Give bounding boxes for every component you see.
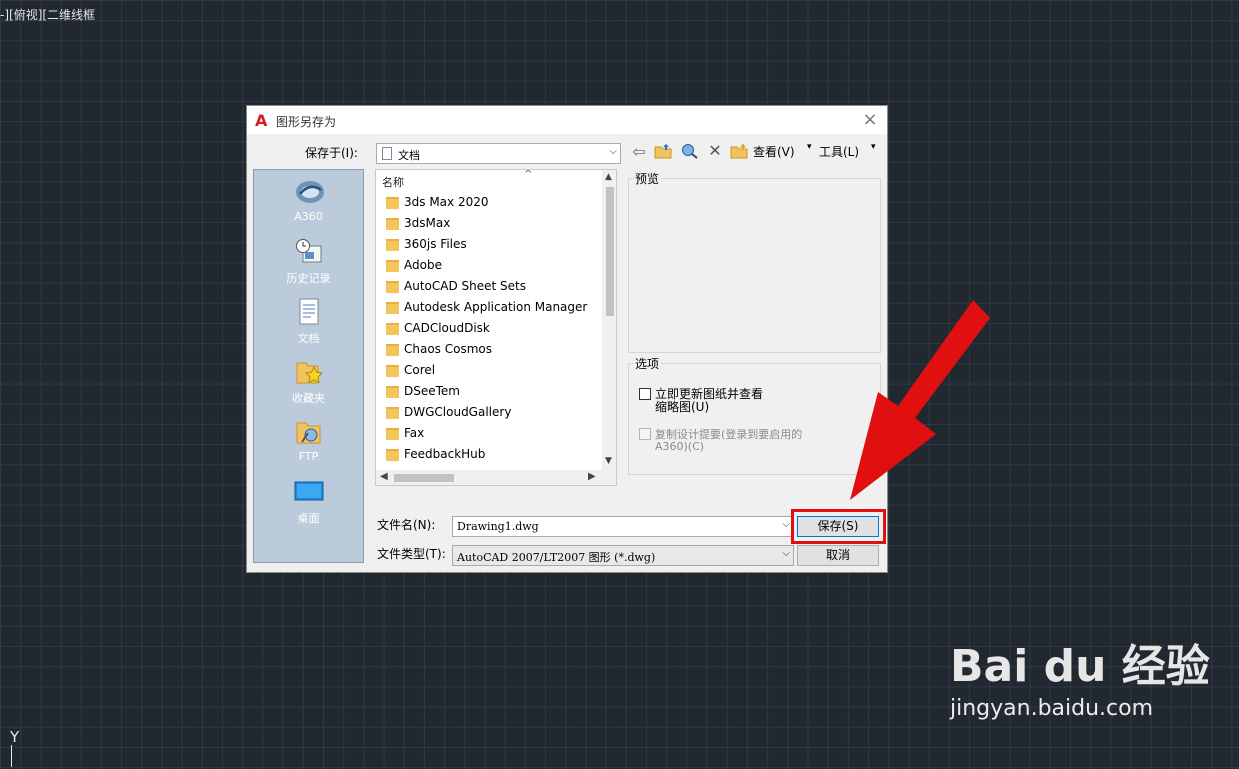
history-icon xyxy=(294,238,324,266)
tools-menu[interactable]: 工具(L) xyxy=(819,143,859,160)
folder-icon xyxy=(386,281,399,293)
list-item[interactable]: Fax xyxy=(384,424,604,444)
new-folder-icon[interactable] xyxy=(730,143,748,159)
list-item[interactable]: 3ds Max 2020 xyxy=(384,193,604,213)
chevron-down-icon[interactable]: ⌵ xyxy=(782,519,790,530)
list-item[interactable]: AutoCAD Sheet Sets xyxy=(384,277,604,297)
baidu-jingyan-watermark: Bai du 经验 jingyan.baidu.com xyxy=(950,630,1210,721)
search-web-icon[interactable] xyxy=(681,143,699,159)
name-column-header[interactable]: 名称 xyxy=(382,174,404,190)
update-thumbnail-label-line2: 缩略图(U) xyxy=(655,400,710,414)
list-item[interactable]: DSeeTem xyxy=(384,382,604,402)
ucs-axis-line xyxy=(11,745,12,767)
vertical-scrollbar-thumb[interactable] xyxy=(606,187,614,316)
folder-icon xyxy=(386,449,399,461)
scroll-right-icon[interactable]: ▶ xyxy=(588,471,596,482)
viewport-label[interactable]: -][俯视][二维线框 xyxy=(0,6,95,23)
tools-menu-caret[interactable]: ▾ xyxy=(871,142,876,152)
place-a360[interactable]: A360 xyxy=(254,178,363,223)
list-item[interactable]: FeedbackHub xyxy=(384,445,604,465)
copy-design-feed-label-line2: A360)(C) xyxy=(655,440,705,453)
list-item[interactable]: CADCloudDisk xyxy=(384,319,604,339)
sort-ascending-icon: ^ xyxy=(524,169,533,180)
list-item[interactable]: 360js Files xyxy=(384,235,604,255)
place-favorites[interactable]: 收藏夹 xyxy=(254,358,363,406)
dialog-titlebar[interactable]: A 图形另存为 × xyxy=(247,106,887,134)
close-button[interactable]: × xyxy=(859,109,881,131)
scroll-left-icon[interactable]: ◀ xyxy=(380,471,388,482)
chevron-down-icon: ⌵ xyxy=(609,146,617,157)
filename-field[interactable]: Drawing1.dwg ⌵ xyxy=(452,516,794,537)
scroll-up-icon[interactable]: ▲ xyxy=(605,172,612,182)
list-item[interactable]: Autodesk Application Manager xyxy=(384,298,604,318)
watermark-url: jingyan.baidu.com xyxy=(950,696,1154,721)
folder-icon xyxy=(386,386,399,398)
folder-icon xyxy=(386,428,399,440)
place-documents[interactable]: 文档 xyxy=(254,298,363,346)
annotation-arrow-icon xyxy=(840,300,1000,513)
folder-icon xyxy=(386,197,399,209)
list-item[interactable]: 3dsMax xyxy=(384,214,604,234)
place-ftp[interactable]: FTP xyxy=(254,418,363,463)
folder-icon xyxy=(386,302,399,314)
scroll-down-icon[interactable]: ▼ xyxy=(605,456,612,466)
folder-up-icon[interactable] xyxy=(654,143,672,159)
folder-icon xyxy=(386,260,399,272)
folder-icon xyxy=(386,323,399,335)
delete-icon[interactable]: ✕ xyxy=(706,143,724,159)
folder-icon xyxy=(386,239,399,251)
desktop-icon xyxy=(294,478,324,506)
save-as-dialog: A 图形另存为 × 保存于(I): 文档 ⌵ ⇦ ✕ 查看(V) ▾ 工具(L)… xyxy=(246,105,888,573)
folder-icon xyxy=(386,218,399,230)
places-bar: A360 历史记录 文档 收藏夹 FTP 桌面 xyxy=(253,169,364,563)
save-in-label: 保存于(I): xyxy=(305,146,358,160)
watermark-brand: Bai du 经验 xyxy=(950,641,1210,692)
document-folder-icon xyxy=(382,147,392,160)
ucs-axis-label: Y xyxy=(10,728,20,746)
folder-icon xyxy=(386,344,399,356)
filetype-dropdown[interactable]: AutoCAD 2007/LT2007 图形 (*.dwg) ⌵ xyxy=(452,545,794,566)
autocad-logo-icon: A xyxy=(255,111,268,130)
place-history[interactable]: 历史记录 xyxy=(254,238,363,286)
copy-design-feed-checkbox[interactable] xyxy=(639,428,651,440)
save-in-dropdown[interactable]: 文档 ⌵ xyxy=(376,143,621,164)
place-desktop[interactable]: 桌面 xyxy=(254,478,363,526)
cancel-button[interactable]: 取消 xyxy=(797,545,879,566)
view-menu[interactable]: 查看(V) xyxy=(753,143,795,160)
list-item[interactable]: Adobe xyxy=(384,256,604,276)
file-list[interactable]: 名称 ^ 3ds Max 2020 3dsMax 360js Files Ado… xyxy=(375,169,617,486)
list-item[interactable]: Chaos Cosmos xyxy=(384,340,604,360)
list-item[interactable]: DWGCloudGallery xyxy=(384,403,604,423)
folder-icon xyxy=(386,365,399,377)
options-label: 选项 xyxy=(633,355,662,372)
documents-icon xyxy=(294,298,324,326)
save-button-highlight xyxy=(791,509,886,544)
a360-icon xyxy=(294,178,324,206)
dialog-title: 图形另存为 xyxy=(276,115,337,129)
horizontal-scrollbar-thumb[interactable] xyxy=(394,474,454,482)
preview-label: 预览 xyxy=(633,170,662,187)
view-menu-caret[interactable]: ▾ xyxy=(807,142,812,152)
chevron-down-icon[interactable]: ⌵ xyxy=(782,548,790,559)
list-item[interactable]: Corel xyxy=(384,361,604,381)
ftp-icon xyxy=(294,418,324,446)
update-thumbnail-checkbox[interactable] xyxy=(639,388,651,400)
back-arrow-icon[interactable]: ⇦ xyxy=(630,144,648,160)
filename-label: 文件名(N): xyxy=(377,518,436,532)
folder-icon xyxy=(386,407,399,419)
favorites-icon xyxy=(294,358,324,386)
filetype-label: 文件类型(T): xyxy=(377,547,446,561)
